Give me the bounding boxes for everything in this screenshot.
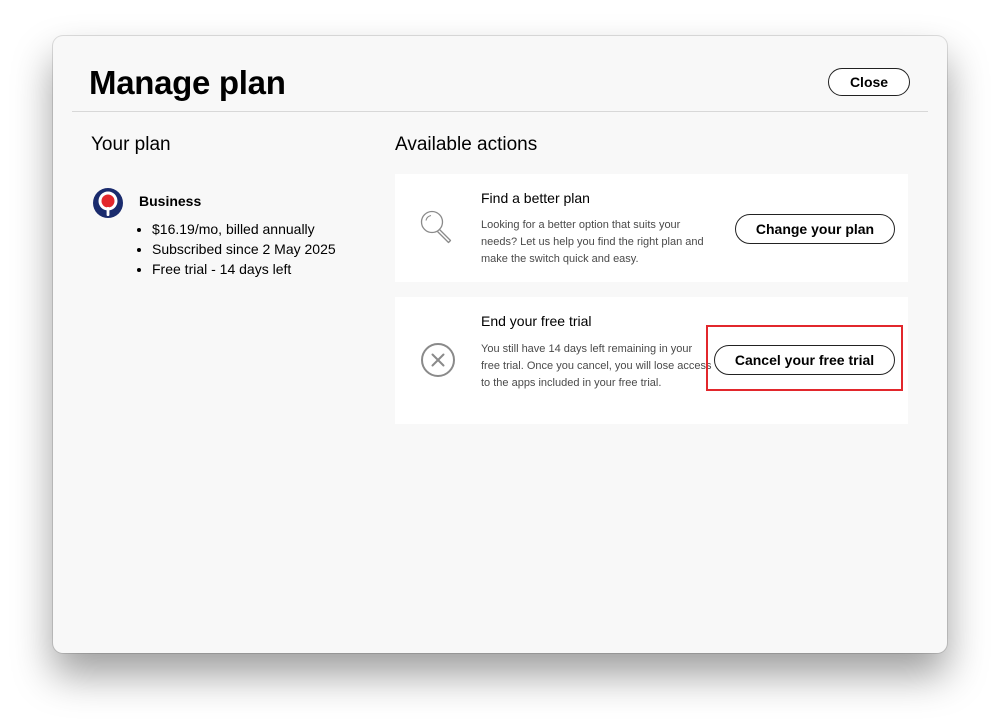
plan-trial-status: Free trial - 14 days left xyxy=(152,259,336,279)
your-plan-heading: Your plan xyxy=(91,134,171,155)
cancel-x-icon xyxy=(421,343,455,377)
available-actions-heading: Available actions xyxy=(395,134,538,155)
dialog-header: Manage plan Close xyxy=(53,36,947,112)
manage-plan-dialog: Manage plan Close Your plan Business $16… xyxy=(53,36,947,653)
page-title: Manage plan xyxy=(89,64,286,101)
header-divider xyxy=(72,111,928,112)
change-plan-button[interactable]: Change your plan xyxy=(735,214,895,244)
business-plan-logo-icon xyxy=(93,188,123,218)
find-better-plan-card: Find a better plan Looking for a better … xyxy=(395,174,908,282)
end-free-trial-description: You still have 14 days left remaining in… xyxy=(481,343,712,389)
end-free-trial-heading: End your free trial xyxy=(481,313,592,329)
magnifier-icon xyxy=(420,210,452,244)
find-better-plan-description: Looking for a better option that suits y… xyxy=(481,219,704,265)
find-better-plan-heading: Find a better plan xyxy=(481,190,590,206)
plan-price: $16.19/mo, billed annually xyxy=(152,219,336,239)
plan-details-list: $16.19/mo, billed annually Subscribed si… xyxy=(137,219,336,279)
plan-subscribed-since: Subscribed since 2 May 2025 xyxy=(152,239,336,259)
close-button[interactable]: Close xyxy=(828,68,910,96)
highlight-box xyxy=(706,325,903,391)
plan-name: Business xyxy=(139,193,202,209)
